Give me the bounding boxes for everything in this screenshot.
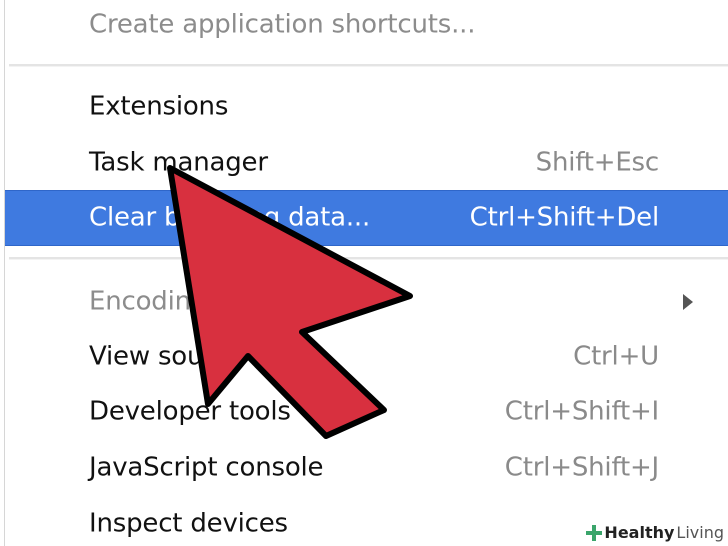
menu-item-label: Developer tools <box>89 396 291 427</box>
menu-item-shortcut: Shift+Esc <box>535 147 660 178</box>
menu-item-javascript-console[interactable]: JavaScript console Ctrl+Shift+J <box>5 440 728 496</box>
menu-item-label: View source <box>89 341 244 372</box>
plus-cross-icon <box>586 525 603 541</box>
menu-item-shortcut: Ctrl+Shift+I <box>504 396 659 427</box>
menu-item-label: JavaScript console <box>89 452 324 483</box>
submenu-arrow-icon <box>683 294 693 310</box>
context-menu: Create application shortcuts... Extensio… <box>4 0 728 546</box>
screen: Create application shortcuts... Extensio… <box>0 0 728 546</box>
menu-item-encoding: Encoding <box>5 274 728 330</box>
menu-item-task-manager[interactable]: Task manager Shift+Esc <box>5 135 728 191</box>
menu-item-shortcut: Ctrl+U <box>573 341 659 372</box>
menu-item-view-source[interactable]: View source Ctrl+U <box>5 329 728 385</box>
menu-item-label: Encoding <box>89 286 208 317</box>
watermark-brand-bold: Healthy <box>604 523 675 542</box>
menu-item-clear-browsing-data[interactable]: Clear browsing data... Ctrl+Shift+Del <box>5 190 728 246</box>
watermark-brand-light: Living <box>676 523 724 542</box>
menu-item-label: Clear browsing data... <box>89 202 371 233</box>
menu-separator <box>9 257 728 260</box>
menu-item-shortcut: Ctrl+Shift+J <box>504 452 659 483</box>
menu-item-extensions[interactable]: Extensions <box>5 79 728 135</box>
menu-separator <box>9 64 728 67</box>
menu-item-create-application-shortcuts: Create application shortcuts... <box>5 0 728 53</box>
menu-item-shortcut: Ctrl+Shift+Del <box>469 202 660 233</box>
menu-item-label: Extensions <box>89 91 229 122</box>
menu-item-developer-tools[interactable]: Developer tools Ctrl+Shift+I <box>5 384 728 440</box>
menu-item-label: Inspect devices <box>89 508 288 539</box>
menu-item-label: Create application shortcuts... <box>89 9 476 40</box>
watermark-badge: Healthy Living <box>580 520 728 546</box>
menu-item-label: Task manager <box>89 147 268 178</box>
